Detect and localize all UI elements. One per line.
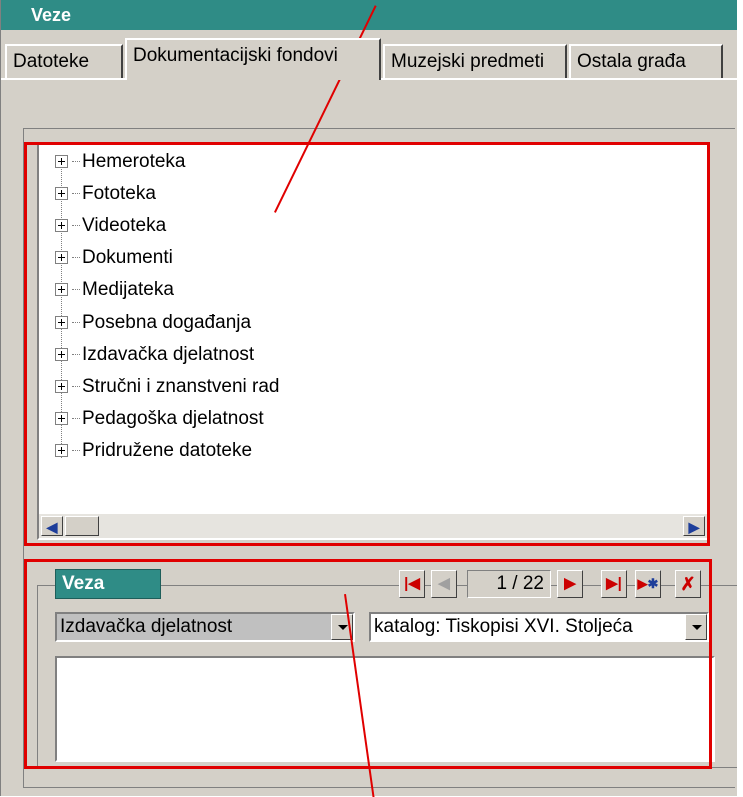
chevron-down-icon[interactable] bbox=[685, 614, 707, 640]
tree-item[interactable]: Pedagoška djelatnost bbox=[55, 404, 264, 434]
expand-plus-icon[interactable] bbox=[55, 444, 68, 458]
expand-plus-icon[interactable] bbox=[55, 155, 68, 169]
tree-item[interactable]: Pridružene datoteke bbox=[55, 436, 252, 466]
new-record-icon[interactable]: ▶✱ bbox=[635, 570, 661, 598]
scroll-left-icon[interactable]: ◀ bbox=[41, 516, 63, 536]
tab-ostala-grada[interactable]: Ostala građa bbox=[569, 44, 723, 78]
tree-item-label: Izdavačka djelatnost bbox=[82, 344, 255, 365]
tree-item[interactable]: Fototeka bbox=[55, 179, 156, 209]
expand-plus-icon[interactable] bbox=[55, 412, 68, 426]
scroll-right-icon[interactable]: ▶ bbox=[683, 516, 705, 536]
tree-item[interactable]: Medijateka bbox=[55, 275, 174, 305]
note-textarea[interactable] bbox=[55, 656, 715, 762]
first-record-icon[interactable]: |◀ bbox=[399, 570, 425, 598]
horizontal-scrollbar[interactable]: ◀ ▶ bbox=[39, 514, 707, 538]
previous-record-icon[interactable]: ◀ bbox=[431, 570, 457, 598]
tab-muzejski-predmeti[interactable]: Muzejski predmeti bbox=[383, 44, 567, 78]
category-select[interactable]: Izdavačka djelatnost bbox=[55, 612, 355, 642]
expand-plus-icon[interactable] bbox=[55, 316, 68, 330]
category-select-value: Izdavačka djelatnost bbox=[60, 616, 233, 637]
expand-plus-icon[interactable] bbox=[55, 251, 68, 265]
item-select[interactable]: katalog: Tiskopisi XVI. Stoljeća bbox=[369, 612, 709, 642]
tree-item[interactable]: Dokumenti bbox=[55, 243, 173, 273]
tree-item-label: Dokumenti bbox=[82, 247, 173, 268]
expand-plus-icon[interactable] bbox=[55, 380, 68, 394]
tree-item[interactable]: Izdavačka djelatnost bbox=[55, 340, 254, 370]
expand-plus-icon[interactable] bbox=[55, 283, 68, 297]
expand-plus-icon[interactable] bbox=[55, 348, 68, 362]
expand-plus-icon[interactable] bbox=[55, 187, 68, 201]
tree-item-label: Fototeka bbox=[82, 183, 156, 204]
tree-item-label: Pedagoška djelatnost bbox=[82, 408, 264, 429]
tree-item[interactable]: Videoteka bbox=[55, 211, 166, 241]
tree-item-label: Stručni i znanstveni rad bbox=[82, 376, 280, 397]
next-record-icon[interactable]: ▶ bbox=[557, 570, 583, 598]
tab-datoteke[interactable]: Datoteke bbox=[5, 44, 123, 78]
item-select-value: katalog: Tiskopisi XVI. Stoljeća bbox=[374, 616, 633, 637]
delete-record-icon[interactable]: ✗ bbox=[675, 570, 701, 598]
fond-tree-view[interactable]: Hemeroteka Fototeka Videoteka Dokumenti … bbox=[37, 143, 709, 540]
veze-window: Veze Datoteke Dokumentacijski fondovi Mu… bbox=[0, 0, 737, 796]
tree-item[interactable]: Posebna događanja bbox=[55, 308, 251, 338]
tree-item[interactable]: Hemeroteka bbox=[55, 147, 186, 177]
tree-item-label: Posebna događanja bbox=[82, 312, 252, 333]
tree-item[interactable]: Stručni i znanstveni rad bbox=[55, 372, 280, 402]
tab-dokumentacijski-fondovi[interactable]: Dokumentacijski fondovi bbox=[125, 38, 381, 80]
tree-item-label: Pridružene datoteke bbox=[82, 440, 253, 461]
veza-group-title: Veza bbox=[55, 569, 161, 599]
record-counter: 1 / 22 bbox=[467, 570, 551, 598]
tree-item-label: Hemeroteka bbox=[82, 151, 186, 172]
tree-item-label: Medijateka bbox=[82, 279, 174, 300]
scroll-thumb[interactable] bbox=[65, 516, 99, 536]
expand-plus-icon[interactable] bbox=[55, 219, 68, 233]
last-record-icon[interactable]: ▶| bbox=[601, 570, 627, 598]
tree-item-label: Videoteka bbox=[82, 215, 167, 236]
